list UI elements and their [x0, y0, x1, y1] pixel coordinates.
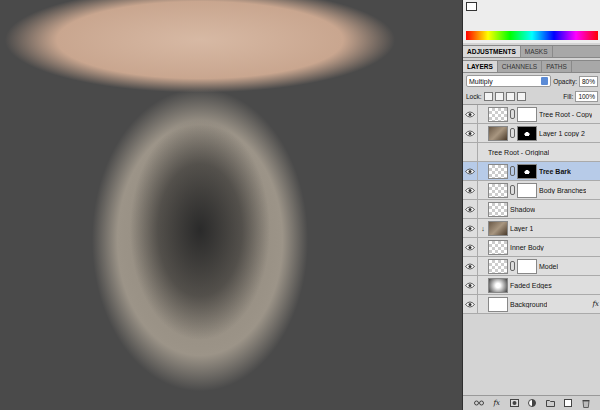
visibility-toggle[interactable]	[463, 276, 478, 294]
lock-all-icon[interactable]	[517, 92, 526, 101]
visibility-toggle[interactable]	[463, 181, 478, 199]
layer-thumbnail	[488, 183, 508, 198]
visibility-toggle[interactable]	[463, 219, 478, 237]
eye-icon	[465, 111, 475, 118]
layer-row[interactable]: Inner Body	[463, 238, 600, 257]
layer-name[interactable]: Shadow	[510, 206, 535, 213]
dropdown-arrow-icon	[541, 77, 548, 85]
eye-icon	[465, 225, 475, 232]
photo	[0, 0, 462, 410]
layer-mask-thumbnail[interactable]	[517, 164, 537, 179]
clipping-arrow-icon: ↓	[481, 225, 485, 232]
fill-label: Fill:	[563, 93, 573, 100]
link-icon	[510, 261, 515, 271]
layer-row[interactable]: Layer 1 copy 2	[463, 124, 600, 143]
layers-list: Tree Root - Copy Layer 1 copy 2 Tree Root …	[463, 104, 600, 314]
layer-thumbnail	[488, 107, 508, 122]
layer-name[interactable]: Inner Body	[510, 244, 544, 251]
visibility-toggle[interactable]	[463, 295, 478, 313]
layers-tab-bar: LAYERSCHANNELSPATHS	[463, 60, 600, 73]
layer-name[interactable]: Tree Root - Copy	[539, 111, 592, 118]
layer-row[interactable]: Tree Root - Copy	[463, 105, 600, 124]
folder-icon[interactable]	[546, 399, 555, 407]
layer-name[interactable]: Body Branches	[539, 187, 586, 194]
side-panels: ADJUSTMENTSMASKS LAYERSCHANNELSPATHS Multi…	[462, 0, 600, 410]
eye-icon	[465, 187, 475, 194]
visibility-toggle[interactable]	[463, 143, 478, 161]
lock-position-icon[interactable]	[506, 92, 515, 101]
layer-row[interactable]: Model	[463, 257, 600, 276]
visibility-toggle[interactable]	[463, 124, 478, 142]
panel-tab[interactable]: CHANNELS	[498, 61, 542, 72]
link-icon	[510, 166, 515, 176]
trash-icon[interactable]	[582, 399, 590, 408]
layer-mask-thumbnail[interactable]	[517, 126, 537, 141]
adjustment-layer-icon[interactable]	[528, 399, 536, 407]
layer-thumbnail	[488, 259, 508, 274]
panel-tab[interactable]: MASKS	[521, 46, 553, 57]
lock-transparency-icon[interactable]	[484, 92, 493, 101]
eye-icon	[465, 301, 475, 308]
layer-name[interactable]: Background	[510, 301, 547, 308]
eye-icon	[465, 263, 475, 270]
blend-mode-dropdown[interactable]: Multiply	[466, 75, 551, 87]
color-spectrum[interactable]	[466, 31, 598, 40]
layer-thumbnail	[488, 126, 508, 141]
lock-label: Lock:	[466, 93, 482, 100]
layer-thumbnail	[488, 164, 508, 179]
photoshop-window: ADJUSTMENTSMASKS LAYERSCHANNELSPATHS Multi…	[0, 0, 600, 410]
visibility-toggle[interactable]	[463, 105, 478, 123]
add-style-button[interactable]: fx	[493, 399, 500, 407]
layer-row[interactable]: Shadow	[463, 200, 600, 219]
eye-icon	[465, 282, 475, 289]
visibility-toggle[interactable]	[463, 162, 478, 180]
opacity-field[interactable]: 80%	[579, 76, 598, 87]
new-layer-icon[interactable]	[564, 399, 572, 407]
layer-mask-thumbnail[interactable]	[517, 259, 537, 274]
opacity-label: Opacity:	[553, 78, 577, 85]
panel-tab[interactable]: LAYERS	[463, 61, 498, 72]
layer-thumbnail	[488, 297, 508, 312]
layer-row[interactable]: Background fx	[463, 295, 600, 314]
eye-icon	[465, 130, 475, 137]
layer-name[interactable]: Tree Bark	[539, 168, 571, 175]
layer-name[interactable]: Layer 1 copy 2	[539, 130, 585, 137]
layer-row[interactable]: Tree Root - Original	[463, 143, 600, 162]
fill-field[interactable]: 100%	[575, 91, 598, 102]
panel-tab[interactable]: ADJUSTMENTS	[463, 46, 521, 57]
panel-tab-bar: ADJUSTMENTSMASKS	[463, 45, 600, 58]
layer-effects-badge[interactable]: fx	[592, 300, 599, 308]
layer-name[interactable]: Faded Edges	[510, 282, 552, 289]
layer-row[interactable]: Faded Edges	[463, 276, 600, 295]
link-layers-icon[interactable]	[474, 399, 484, 407]
document-canvas[interactable]	[0, 0, 462, 410]
visibility-toggle[interactable]	[463, 238, 478, 256]
link-icon	[510, 128, 515, 138]
layer-thumbnail	[488, 240, 508, 255]
panel-tab[interactable]: PATHS	[542, 61, 572, 72]
layer-thumbnail	[488, 221, 508, 236]
eye-icon	[465, 168, 475, 175]
layers-bottom-bar: fx	[463, 395, 600, 410]
layer-row[interactable]: ↓ Layer 1	[463, 219, 600, 238]
layer-mask-thumbnail[interactable]	[517, 107, 537, 122]
visibility-toggle[interactable]	[463, 257, 478, 275]
layer-thumbnail	[488, 278, 508, 293]
layer-thumbnail	[488, 202, 508, 217]
eye-icon	[465, 244, 475, 251]
add-mask-icon[interactable]	[510, 399, 519, 407]
layer-row[interactable]: Body Branches	[463, 181, 600, 200]
layer-name[interactable]: Tree Root - Original	[488, 149, 549, 156]
color-swatch[interactable]	[466, 2, 477, 11]
lock-pixels-icon[interactable]	[495, 92, 504, 101]
visibility-toggle[interactable]	[463, 200, 478, 218]
layer-name[interactable]: Layer 1	[510, 225, 533, 232]
layer-row[interactable]: Tree Bark	[463, 162, 600, 181]
layer-name[interactable]: Model	[539, 263, 558, 270]
color-panel	[463, 0, 600, 43]
link-icon	[510, 185, 515, 195]
link-icon	[510, 109, 515, 119]
layer-mask-thumbnail[interactable]	[517, 183, 537, 198]
eye-icon	[465, 206, 475, 213]
